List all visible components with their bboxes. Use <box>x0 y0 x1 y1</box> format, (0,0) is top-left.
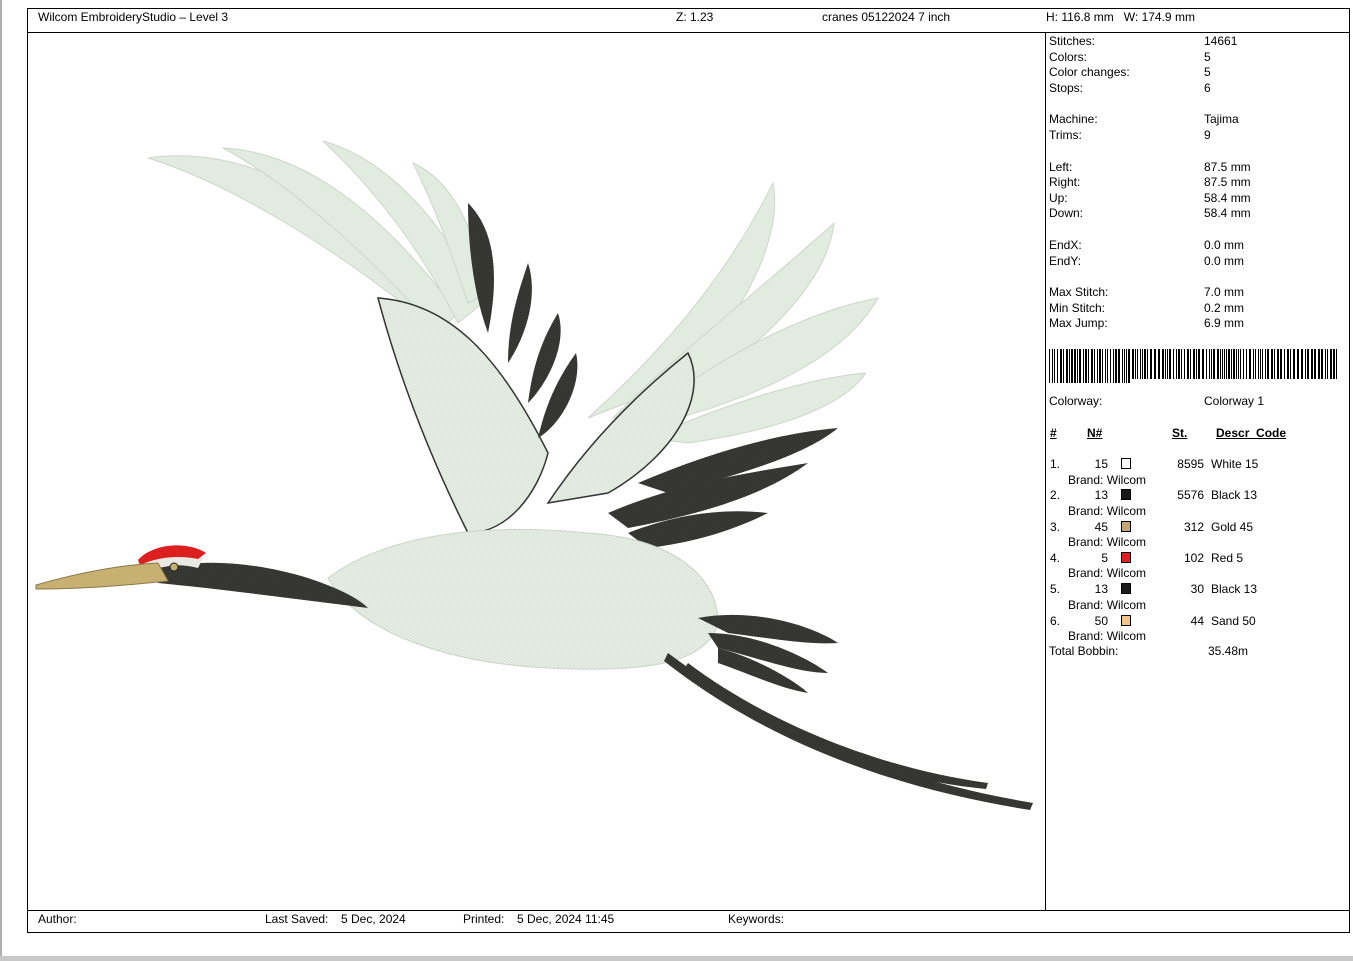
stat-value: 0.2 mm <box>1204 300 1245 315</box>
row-stitches: 5576 <box>1177 488 1204 503</box>
row-stitches: 102 <box>1183 550 1204 565</box>
col-header-descr-code: Descr_Code <box>1216 426 1287 440</box>
row-needle: 50 <box>1094 613 1108 628</box>
design-name: cranes 05122024 7 inch <box>822 10 951 24</box>
thread-color-swatch <box>1121 614 1131 626</box>
row-brand: Brand: Wilcom <box>1068 597 1147 612</box>
stat-value: 58.4 mm <box>1204 206 1251 221</box>
stat-value: 6 <box>1204 80 1211 95</box>
row-descr-code: Red 5 <box>1211 550 1244 565</box>
row-brand: Brand: Wilcom <box>1068 629 1147 643</box>
design-info-panel: Stitches: 14661 Colors: 5 Color changes: 5 Sto… <box>1045 33 1349 910</box>
production-worksheet: Wilcom EmbroideryStudio – Level 3 Z: 1.2… <box>27 8 1350 933</box>
header-row: Wilcom EmbroideryStudio – Level 3 Z: 1.2… <box>28 9 1349 33</box>
stat-label: EndX: <box>1049 238 1082 252</box>
stat-value: 6.9 mm <box>1204 316 1245 331</box>
stat-label: EndY: <box>1049 253 1082 268</box>
stat-label: Down: <box>1049 206 1084 221</box>
stat-value: 5 <box>1204 65 1211 80</box>
stat-label: Stops: <box>1049 80 1084 95</box>
stat-label: Min Stitch: <box>1049 300 1106 315</box>
last-saved-label: Last Saved: <box>265 912 329 926</box>
stat-label: Color changes: <box>1049 65 1130 80</box>
colorway-value: Colorway 1 <box>1204 394 1265 408</box>
design-dimensions: H: 116.8 mm W: 174.9 mm <box>1046 10 1195 24</box>
thread-color-swatch <box>1121 520 1131 532</box>
stat-label: Trims: <box>1049 128 1082 142</box>
zoom-level: Z: 1.23 <box>676 10 714 24</box>
row-needle: 13 <box>1094 488 1108 503</box>
row-needle: 45 <box>1094 519 1108 534</box>
design-preview <box>28 33 1045 910</box>
stat-value: 87.5 mm <box>1204 175 1251 190</box>
thread-color-swatch <box>1121 551 1131 563</box>
row-descr-code: Sand 50 <box>1211 613 1256 628</box>
row-stitches: 44 <box>1190 613 1204 628</box>
stat-value: 7.0 mm <box>1204 285 1245 300</box>
footer-row: Author: Last Saved: 5 Dec, 2024 Printed:… <box>28 910 1349 932</box>
row-needle: 5 <box>1101 550 1108 565</box>
crane-embroidery-image <box>35 140 1033 810</box>
stat-value: 9 <box>1204 128 1211 142</box>
stat-value: Tajima <box>1204 112 1239 127</box>
row-stitches: 8595 <box>1177 457 1204 471</box>
row-brand: Brand: Wilcom <box>1068 535 1147 550</box>
row-stitches: 30 <box>1190 582 1204 597</box>
row-index: 3. <box>1050 519 1061 534</box>
row-brand: Brand: Wilcom <box>1068 503 1147 518</box>
row-index: 6. <box>1050 613 1061 628</box>
row-index: 5. <box>1050 582 1061 597</box>
app-title: Wilcom EmbroideryStudio – Level 3 <box>38 10 229 24</box>
row-index: 2. <box>1050 488 1061 503</box>
last-saved-value: 5 Dec, 2024 <box>341 912 406 926</box>
stat-label: Up: <box>1049 190 1068 205</box>
row-brand: Brand: Wilcom <box>1068 566 1147 581</box>
stat-label: Machine: <box>1049 112 1098 127</box>
printed-value: 5 Dec, 2024 11:45 <box>517 912 615 926</box>
row-descr-code: Black 13 <box>1211 582 1258 597</box>
stat-label: Max Stitch: <box>1049 285 1109 300</box>
stat-label: Colors: <box>1049 49 1088 64</box>
row-needle: 13 <box>1094 582 1108 597</box>
row-descr-code: White 15 <box>1211 457 1259 471</box>
page-edge-left <box>0 0 2 961</box>
total-bobbin-label: Total Bobbin: <box>1049 644 1119 658</box>
col-header-index: # <box>1050 426 1057 440</box>
printed-label: Printed: <box>463 912 505 926</box>
stat-value: 58.4 mm <box>1204 190 1251 205</box>
thread-color-swatch <box>1121 583 1131 595</box>
row-index: 4. <box>1050 550 1061 565</box>
row-stitches: 312 <box>1183 519 1204 534</box>
page-edge-bottom <box>0 956 1353 961</box>
total-bobbin-value: 35.48m <box>1208 644 1249 658</box>
stat-label: Max Jump: <box>1049 316 1108 331</box>
barcode <box>1049 349 1337 383</box>
colorway-label: Colorway: <box>1049 394 1103 408</box>
stat-label: Left: <box>1049 159 1073 174</box>
col-header-n: N# <box>1087 426 1103 440</box>
stat-label: Right: <box>1049 175 1081 190</box>
stat-value: 14661 <box>1204 34 1238 48</box>
row-brand: Brand: Wilcom <box>1068 472 1147 487</box>
keywords-label: Keywords: <box>728 912 785 926</box>
row-descr-code: Gold 45 <box>1211 519 1254 534</box>
row-index: 1. <box>1050 457 1061 471</box>
stat-label: Stitches: <box>1049 34 1096 48</box>
thread-color-swatch <box>1121 458 1131 469</box>
author-label: Author: <box>38 912 77 926</box>
thread-color-swatch <box>1121 489 1131 501</box>
stat-value: 0.0 mm <box>1204 238 1245 252</box>
col-header-stitches: St. <box>1172 426 1188 440</box>
row-descr-code: Black 13 <box>1211 488 1258 503</box>
stat-value: 5 <box>1204 49 1211 64</box>
stat-value: 87.5 mm <box>1204 159 1251 174</box>
stat-value: 0.0 mm <box>1204 253 1245 268</box>
row-needle: 15 <box>1094 457 1108 471</box>
